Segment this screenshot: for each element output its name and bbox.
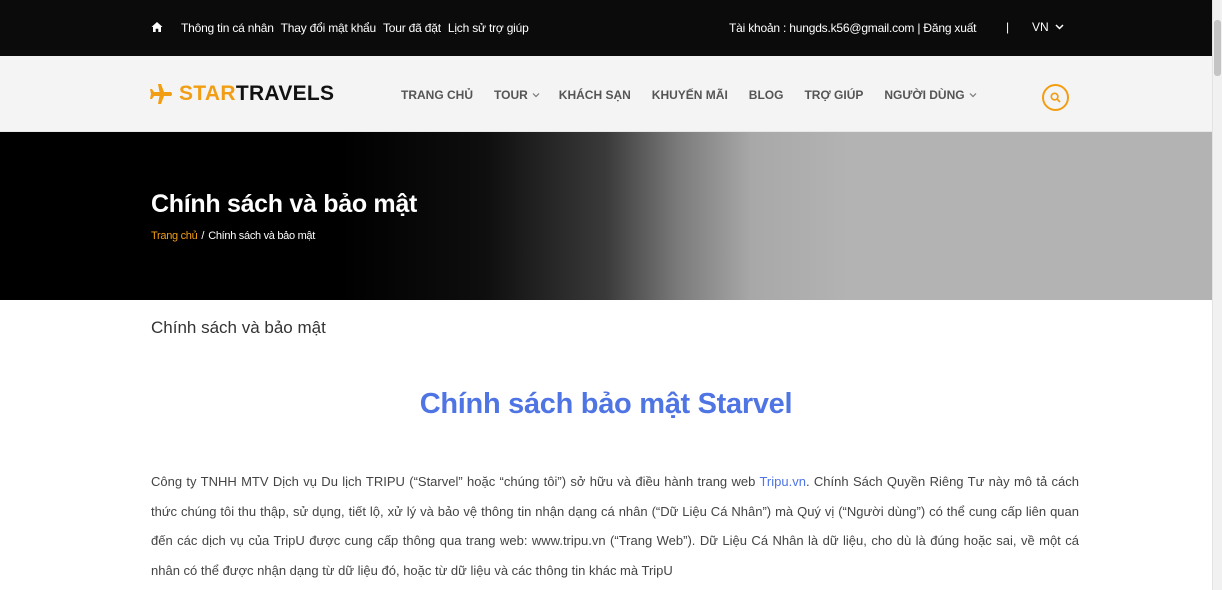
nav-help[interactable]: TRỢ GIÚP [804,88,863,102]
banner-title: Chính sách và bảo mật [151,190,417,218]
account-label: Tài khoản : hungds.k56@gmail.com [729,21,915,35]
topbar-divider: | [1006,20,1010,34]
link-help-history[interactable]: Lịch sử trợ giúp [448,21,529,35]
logo-travels: TRAVELS [235,82,335,105]
nav-user[interactable]: NGƯỜI DÙNG [884,88,977,102]
breadcrumb-home[interactable]: Trang chủ [151,230,198,242]
nav-home[interactable]: TRANG CHỦ [401,88,473,102]
language-selector[interactable]: VN [1032,20,1064,34]
scrollbar-thumb[interactable] [1214,20,1221,76]
logout-link[interactable]: | Đăng xuất [917,21,976,35]
search-button[interactable] [1042,84,1069,111]
link-profile[interactable]: Thông tin cá nhân [181,21,274,35]
page-banner: Chính sách và bảo mật Trang chủ / Chính sá… [0,132,1212,300]
site-logo[interactable]: STARTRAVELS [149,82,334,106]
account-info: Tài khoản : hungds.k56@gmail.com | Đăng … [729,21,977,35]
home-icon[interactable] [151,21,163,33]
nav-promotion[interactable]: KHUYẾN MÃI [652,88,728,102]
plane-icon [150,84,172,104]
tripu-link[interactable]: Tripu.vn [759,474,805,489]
account-links: Thông tin cá nhân Thay đổi mật khẩu Tour… [181,21,536,35]
main-navbar: STARTRAVELS TRANG CHỦ TOUR KHÁCH SẠN KHU… [0,56,1212,132]
scrollbar[interactable] [1212,0,1222,590]
top-bar: Thông tin cá nhân Thay đổi mật khẩu Tour… [0,0,1212,56]
nav-hotel[interactable]: KHÁCH SẠN [559,88,631,102]
nav-tour[interactable]: TOUR [494,88,540,102]
link-booked-tours[interactable]: Tour đã đặt [383,21,441,35]
policy-paragraph: Công ty TNHH MTV Dịch vụ Du lịch TRIPU (… [151,467,1079,585]
page-heading: Chính sách bảo mật Starvel [419,388,793,420]
link-change-password[interactable]: Thay đổi mật khẩu [281,21,377,35]
nav-blog[interactable]: BLOG [749,88,784,102]
breadcrumb-separator: / [201,230,205,242]
nav-menu: TRANG CHỦ TOUR KHÁCH SẠN KHUYẾN MÃI BLOG… [401,88,977,102]
breadcrumb-current: Chính sách và bảo mật [208,230,316,242]
chevron-down-icon [1055,24,1064,30]
language-label: VN [1032,20,1049,34]
logo-star: STAR [179,82,236,105]
search-icon [1050,92,1061,103]
paragraph-body: . Chính Sách Quyền Riêng Tư này mô tả cá… [151,474,1079,578]
chevron-down-icon [969,93,977,98]
breadcrumb: Trang chủ / Chính sách và bảo mật [151,230,315,242]
chevron-down-icon [532,93,540,98]
section-title: Chính sách và bảo mật [151,318,326,337]
paragraph-intro: Công ty TNHH MTV Dịch vụ Du lịch TRIPU (… [151,474,760,489]
